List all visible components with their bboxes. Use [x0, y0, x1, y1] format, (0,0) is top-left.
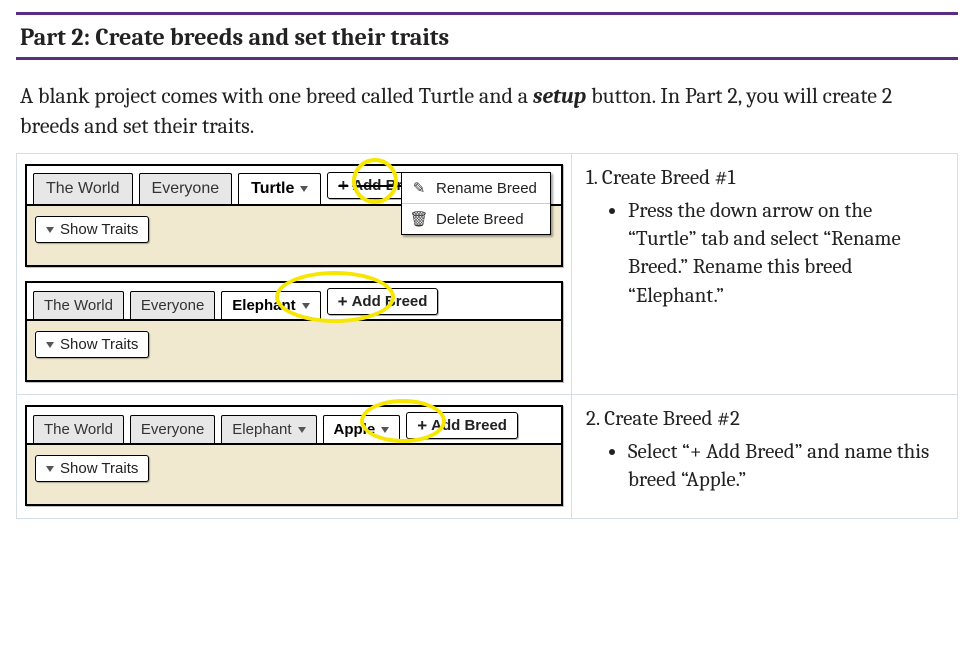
tab-everyone[interactable]: Everyone: [130, 291, 215, 319]
tab-label: Apple: [334, 421, 376, 438]
add-breed-label: Add Breed: [352, 293, 428, 310]
step-bullets: Press the down arrow on the “Turtle” tab…: [586, 197, 943, 310]
show-traits-label: Show Traits: [60, 221, 138, 238]
panel-body: Show Traits: [27, 321, 561, 380]
tabs-row: The World Everyone Elephant + Add Breed: [27, 283, 561, 321]
step-row-1: The World Everyone Turtle + Add Breed Sh…: [17, 154, 957, 394]
step-title: 2. Create Breed #2: [586, 405, 943, 433]
plus-icon: +: [338, 293, 348, 310]
chevron-down-icon: [46, 466, 54, 472]
instruction-grid: The World Everyone Turtle + Add Breed Sh…: [16, 153, 958, 519]
step-bullet: Press the down arrow on the “Turtle” tab…: [628, 197, 943, 310]
show-traits-button[interactable]: Show Traits: [35, 455, 149, 482]
section-rule-top: [16, 12, 958, 15]
tab-the-world[interactable]: The World: [33, 415, 124, 443]
tab-apple[interactable]: Apple: [323, 415, 401, 443]
show-traits-label: Show Traits: [60, 460, 138, 477]
step-2-image-cell: The World Everyone Elephant Apple + Add …: [17, 395, 572, 518]
add-breed-button[interactable]: + Add Breed: [406, 412, 518, 439]
chevron-down-icon[interactable]: [381, 427, 389, 433]
tab-label: The World: [44, 421, 113, 438]
intro-setup-word: setup: [533, 83, 586, 109]
step-title: 1. Create Breed #1: [586, 164, 943, 192]
section-rule-bottom: [16, 57, 958, 60]
tab-label: Elephant: [232, 297, 295, 314]
show-traits-button[interactable]: Show Traits: [35, 331, 149, 358]
breed-context-menu: ✎ Rename Breed 🗑 Delete Breed: [401, 172, 551, 235]
tab-label: Elephant: [232, 421, 291, 438]
add-breed-label: Add Breed: [431, 417, 507, 434]
chevron-down-icon[interactable]: [300, 186, 308, 192]
step-1-text-cell: 1. Create Breed #1 Press the down arrow …: [572, 154, 957, 394]
tab-turtle[interactable]: Turtle: [238, 173, 321, 204]
menu-item-label: Delete Breed: [436, 211, 524, 228]
step-1-image-cell: The World Everyone Turtle + Add Breed Sh…: [17, 154, 572, 394]
chevron-down-icon[interactable]: [302, 303, 310, 309]
plus-icon: +: [417, 417, 427, 434]
intro-pre: A blank project comes with one breed cal…: [20, 83, 533, 109]
plus-icon: +: [338, 177, 348, 194]
add-breed-button[interactable]: + Add Breed: [327, 288, 439, 315]
app-panel-elephant: The World Everyone Elephant + Add Breed …: [25, 281, 563, 382]
tab-elephant[interactable]: Elephant: [221, 415, 316, 443]
step-bullets: Select “+ Add Breed” and name this breed…: [586, 438, 943, 495]
tab-the-world[interactable]: The World: [33, 291, 124, 319]
chevron-down-icon: [46, 342, 54, 348]
tab-elephant[interactable]: Elephant: [221, 291, 320, 319]
tab-label: Everyone: [152, 180, 220, 198]
tabs-row: The World Everyone Elephant Apple + Add …: [27, 407, 561, 445]
tab-everyone[interactable]: Everyone: [130, 415, 215, 443]
tab-label: The World: [46, 180, 120, 198]
tab-label: Everyone: [141, 297, 204, 314]
step-row-2: The World Everyone Elephant Apple + Add …: [17, 394, 957, 518]
intro-paragraph: A blank project comes with one breed cal…: [16, 82, 958, 141]
trash-icon: 🗑: [412, 210, 426, 228]
pencil-icon: ✎: [412, 179, 426, 197]
panel-body: Show Traits: [27, 445, 561, 504]
tab-the-world[interactable]: The World: [33, 173, 133, 204]
section-title: Part 2: Create breeds and set their trai…: [16, 21, 958, 57]
app-panel-apple: The World Everyone Elephant Apple + Add …: [25, 405, 563, 506]
menu-item-rename-breed[interactable]: ✎ Rename Breed: [402, 173, 550, 203]
step-bullet: Select “+ Add Breed” and name this breed…: [628, 438, 943, 495]
tab-label: Everyone: [141, 421, 204, 438]
step-2-text-cell: 2. Create Breed #2 Select “+ Add Breed” …: [572, 395, 957, 518]
tab-everyone[interactable]: Everyone: [139, 173, 233, 204]
tab-label: The World: [44, 297, 113, 314]
show-traits-button[interactable]: Show Traits: [35, 216, 149, 243]
show-traits-label: Show Traits: [60, 336, 138, 353]
tab-label: Turtle: [251, 180, 294, 198]
chevron-down-icon[interactable]: [298, 427, 306, 433]
menu-item-label: Rename Breed: [436, 180, 537, 197]
app-panel-turtle: The World Everyone Turtle + Add Breed Sh…: [25, 164, 563, 267]
menu-item-delete-breed[interactable]: 🗑 Delete Breed: [402, 203, 550, 234]
chevron-down-icon: [46, 227, 54, 233]
